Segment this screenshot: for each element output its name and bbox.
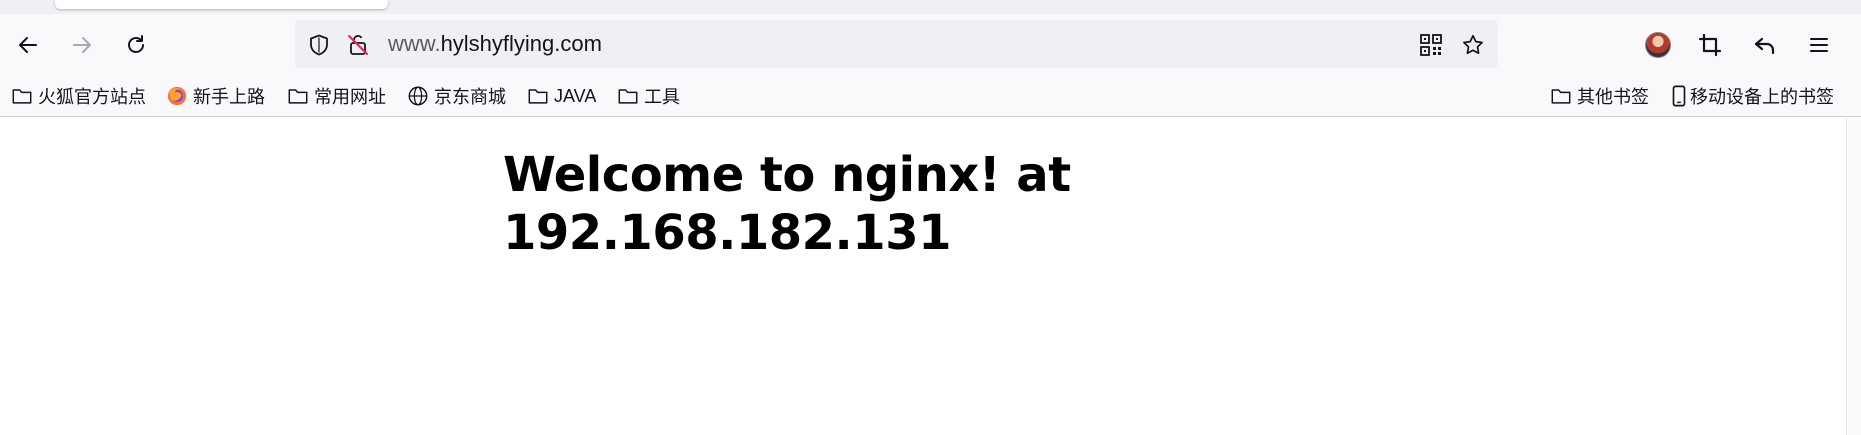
bookmark-label: 移动设备上的书签	[1690, 87, 1834, 107]
bookmark-label: 京东商城	[434, 87, 506, 107]
bookmark-label: 工具	[644, 87, 680, 107]
forward-button[interactable]	[62, 25, 102, 65]
tracking-protection-shield-icon[interactable]	[306, 32, 332, 58]
undo-button[interactable]	[1745, 25, 1785, 65]
bookmark-folder-mobile-bookmarks[interactable]: 移动设备上的书签	[1671, 82, 1834, 110]
tab-strip	[0, 0, 1861, 14]
vertical-scrollbar[interactable]	[1846, 118, 1861, 435]
insecure-connection-icon[interactable]	[345, 32, 371, 58]
globe-icon	[407, 85, 429, 107]
bookmark-label: 其他书签	[1577, 87, 1649, 107]
qr-code-icon[interactable]	[1418, 32, 1444, 58]
folder-icon	[1550, 85, 1572, 107]
url-prefix: www.	[388, 31, 441, 56]
hamburger-menu-icon	[1810, 38, 1828, 52]
bookmark-star-icon[interactable]	[1460, 32, 1486, 58]
crop-icon	[1698, 33, 1722, 57]
screenshot-crop-button[interactable]	[1690, 25, 1730, 65]
bookmark-getting-started[interactable]: 新手上路	[166, 82, 265, 110]
bookmark-folder-tools[interactable]: 工具	[617, 82, 680, 110]
folder-icon	[11, 85, 33, 107]
bookmark-label: 火狐官方站点	[38, 87, 146, 107]
folder-icon	[527, 85, 549, 107]
mobile-icon	[1671, 85, 1687, 107]
bookmark-folder-java[interactable]: JAVA	[527, 82, 596, 110]
bookmark-jd-mall[interactable]: 京东商城	[407, 82, 506, 110]
reload-icon	[128, 35, 144, 53]
forward-arrow-icon	[73, 37, 91, 53]
bookmark-folder-firefox-official[interactable]: 火狐官方站点	[11, 82, 146, 110]
firefox-icon	[166, 85, 188, 107]
bookmark-label: JAVA	[554, 85, 597, 106]
undo-arrow-icon	[1754, 37, 1775, 55]
bookmark-label: 常用网址	[314, 87, 386, 107]
url-field[interactable]: www.hylshyflying.com	[388, 31, 602, 57]
avatar	[1645, 32, 1671, 58]
reload-button[interactable]	[116, 25, 156, 65]
bookmark-folder-other-bookmarks[interactable]: 其他书签	[1550, 82, 1649, 110]
bookmarks-toolbar: 火狐官方站点 新手上路 常用网址 京东商城 JAVA 工具 其他书签 移动设备上…	[0, 76, 1861, 117]
active-tab[interactable]	[55, 0, 388, 9]
address-bar[interactable]: www.hylshyflying.com	[295, 20, 1498, 68]
page-heading: Welcome to nginx! at 192.168.182.131	[503, 147, 1071, 261]
url-domain: hylshyflying.com	[440, 31, 602, 56]
folder-icon	[287, 85, 309, 107]
back-button[interactable]	[8, 25, 48, 65]
bookmark-label: 新手上路	[193, 87, 265, 107]
navigation-toolbar: www.hylshyflying.com	[0, 14, 1861, 76]
account-button[interactable]	[1638, 25, 1678, 65]
page-content: Welcome to nginx! at 192.168.182.131	[0, 118, 1846, 435]
bookmark-folder-common-sites[interactable]: 常用网址	[287, 82, 386, 110]
back-arrow-icon	[19, 37, 37, 53]
folder-icon	[617, 85, 639, 107]
app-menu-button[interactable]	[1799, 25, 1839, 65]
